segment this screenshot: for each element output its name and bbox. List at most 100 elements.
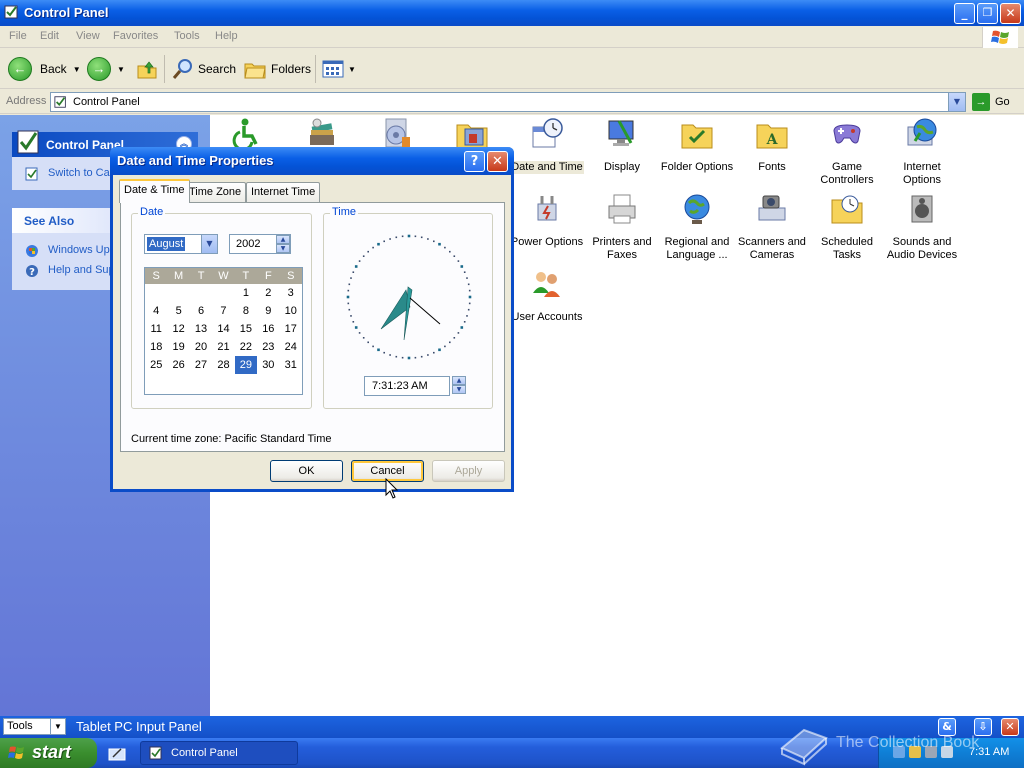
- year-spinner[interactable]: 2002 ▲ ▼: [229, 234, 291, 254]
- menu-file[interactable]: File: [9, 30, 27, 42]
- tools-dropdown-icon[interactable]: ▼: [50, 719, 65, 734]
- calendar-day[interactable]: 15: [235, 320, 257, 338]
- help-button[interactable]: ?: [464, 151, 485, 172]
- cp-item-user-accounts[interactable]: User Accounts: [510, 267, 584, 324]
- calendar-day[interactable]: 26: [167, 356, 189, 374]
- cp-item-printers[interactable]: Printers and Faxes: [585, 192, 659, 262]
- tools-select[interactable]: Tools ▼: [3, 718, 66, 735]
- calendar-day[interactable]: 23: [257, 338, 279, 356]
- year-down-icon[interactable]: ▼: [276, 244, 290, 253]
- calendar-day[interactable]: 13: [190, 320, 212, 338]
- calendar-day[interactable]: 4: [145, 302, 167, 320]
- calendar-day[interactable]: 11: [145, 320, 167, 338]
- calendar[interactable]: S M T W T F S 1 2 3 4 5 6 7 8 9 10 11 12 13 14 15 16 17 1…: [144, 267, 303, 395]
- menu-favorites[interactable]: Favorites: [113, 30, 158, 42]
- calendar-day[interactable]: 24: [280, 338, 302, 356]
- calendar-day[interactable]: 31: [280, 356, 302, 374]
- back-label: Back: [40, 62, 67, 76]
- cp-item-internet-options[interactable]: Internet Options: [885, 117, 959, 187]
- calendar-day[interactable]: 2: [257, 284, 279, 302]
- menu-edit[interactable]: Edit: [40, 30, 59, 42]
- calendar-day[interactable]: 29: [234, 356, 258, 374]
- start-button[interactable]: start: [0, 738, 97, 768]
- calendar-day[interactable]: 14: [212, 320, 234, 338]
- scanners-label: Scanners and Cameras: [738, 236, 806, 261]
- calendar-week-row: 123: [145, 284, 302, 302]
- time-input[interactable]: 7:31:23 AM: [364, 376, 450, 396]
- toolbar: ← Back ▼ → ▼ Search Folders ▼: [0, 49, 1024, 89]
- forward-button[interactable]: → ▼: [87, 55, 125, 83]
- quick-launch-icon[interactable]: [108, 745, 126, 761]
- folders-button[interactable]: Folders: [243, 55, 311, 83]
- time-down-icon[interactable]: ▼: [452, 385, 466, 394]
- apply-button[interactable]: Apply: [432, 460, 505, 482]
- calendar-week-row: 25 26 27 28 29 30 31: [145, 356, 302, 374]
- cp-item-fonts[interactable]: A Fonts: [735, 117, 809, 174]
- calendar-day[interactable]: 18: [145, 338, 167, 356]
- cp-item-scheduled-tasks[interactable]: Scheduled Tasks: [810, 192, 884, 262]
- calendar-day[interactable]: 17: [280, 320, 302, 338]
- calendar-day[interactable]: 22: [235, 338, 257, 356]
- input-panel-title: Tablet PC Input Panel: [76, 719, 202, 734]
- accessibility-icon: [232, 118, 258, 151]
- calendar-day[interactable]: 30: [257, 356, 279, 374]
- calendar-day[interactable]: 1: [235, 284, 257, 302]
- close-button[interactable]: ✕: [1000, 3, 1021, 24]
- window-titlebar[interactable]: Control Panel _ ❐ ✕: [0, 0, 1024, 26]
- go-button[interactable]: → Go: [972, 93, 1010, 111]
- up-folder-button[interactable]: [136, 55, 158, 83]
- forward-dropdown-icon[interactable]: ▼: [117, 65, 125, 74]
- calendar-day[interactable]: 10: [280, 302, 302, 320]
- menu-help[interactable]: Help: [215, 30, 238, 42]
- back-button[interactable]: ← Back ▼: [8, 55, 81, 83]
- weekday-label: T: [197, 270, 205, 282]
- date-time-label: Date and Time: [510, 161, 584, 174]
- restore-button[interactable]: ❐: [977, 3, 998, 24]
- ok-button[interactable]: OK: [270, 460, 343, 482]
- address-input[interactable]: Control Panel ▼: [50, 92, 966, 112]
- cp-item-display[interactable]: Display: [585, 117, 659, 174]
- switch-view-label: Switch to Ca: [48, 167, 110, 179]
- minimize-button[interactable]: _: [954, 3, 975, 24]
- calendar-day[interactable]: 25: [145, 356, 167, 374]
- dialog-close-button[interactable]: ✕: [487, 151, 508, 172]
- calendar-day[interactable]: 20: [190, 338, 212, 356]
- cp-item-date-time[interactable]: Date and Time: [510, 117, 584, 174]
- calendar-day[interactable]: 12: [167, 320, 189, 338]
- month-select[interactable]: August ▼: [144, 234, 218, 254]
- calendar-day[interactable]: 9: [257, 302, 279, 320]
- calendar-day[interactable]: 7: [212, 302, 234, 320]
- see-also-title: See Also: [24, 214, 75, 228]
- tab-time-zone[interactable]: Time Zone: [184, 182, 247, 202]
- calendar-day[interactable]: 21: [212, 338, 234, 356]
- cp-item-game-controllers[interactable]: Game Controllers: [810, 117, 884, 187]
- taskbar-item-control-panel[interactable]: Control Panel: [140, 741, 298, 765]
- back-dropdown-icon[interactable]: ▼: [73, 65, 81, 74]
- views-button[interactable]: ▼: [322, 55, 356, 83]
- time-up-icon[interactable]: ▲: [452, 376, 466, 385]
- menu-tools[interactable]: Tools: [174, 30, 200, 42]
- cp-item-regional[interactable]: Regional and Language ...: [660, 192, 734, 262]
- views-dropdown-icon[interactable]: ▼: [348, 65, 356, 74]
- calendar-day[interactable]: 3: [280, 284, 302, 302]
- calendar-day[interactable]: 16: [257, 320, 279, 338]
- cp-item-power-options[interactable]: Power Options: [510, 192, 584, 249]
- calendar-day[interactable]: 28: [212, 356, 234, 374]
- menu-view[interactable]: View: [76, 30, 100, 42]
- cp-item-folder-options[interactable]: Folder Options: [660, 117, 734, 174]
- calendar-day[interactable]: 8: [235, 302, 257, 320]
- cp-item-scanners[interactable]: Scanners and Cameras: [735, 192, 809, 262]
- year-up-icon[interactable]: ▲: [276, 235, 290, 244]
- month-dropdown-icon[interactable]: ▼: [201, 235, 217, 253]
- calendar-day[interactable]: 6: [190, 302, 212, 320]
- tab-internet-time[interactable]: Internet Time: [246, 182, 321, 202]
- calendar-day[interactable]: 5: [167, 302, 189, 320]
- search-button[interactable]: Search: [171, 55, 236, 83]
- calendar-day[interactable]: 19: [167, 338, 189, 356]
- address-dropdown-icon[interactable]: ▼: [948, 93, 965, 111]
- calendar-day[interactable]: 27: [190, 356, 212, 374]
- dialog-titlebar[interactable]: Date and Time Properties ? ✕: [110, 147, 514, 175]
- cp-item-sounds[interactable]: Sounds and Audio Devices: [885, 192, 959, 262]
- tab-date-time[interactable]: Date & Time: [119, 179, 190, 203]
- address-bar: Address Control Panel ▼ → Go: [0, 90, 1024, 114]
